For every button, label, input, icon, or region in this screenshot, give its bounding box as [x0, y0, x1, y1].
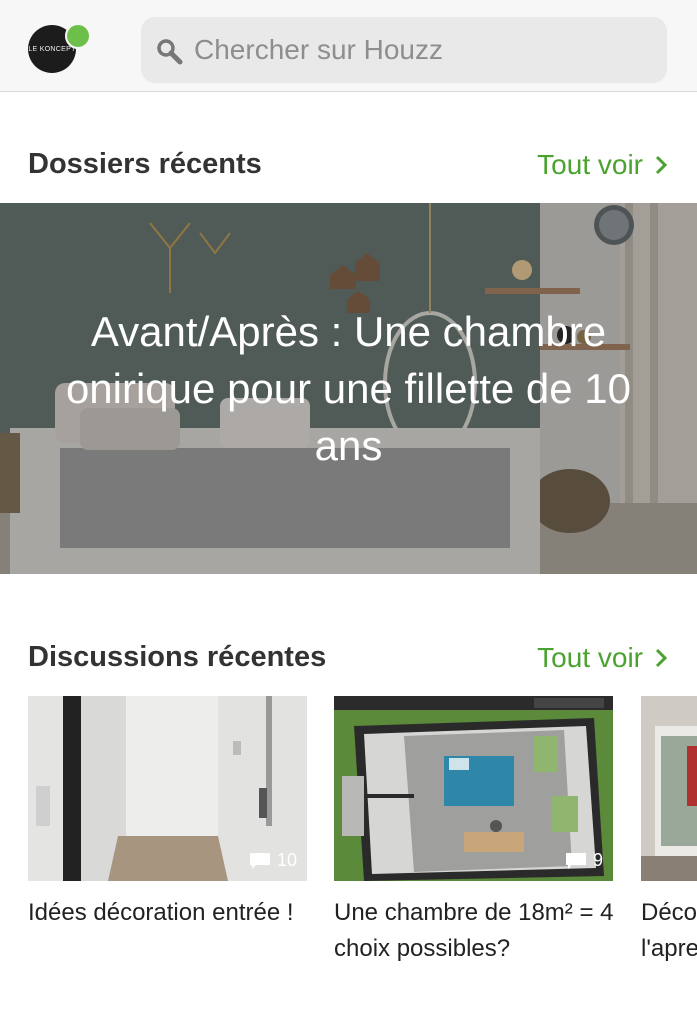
- search-bar[interactable]: [141, 17, 667, 83]
- search-icon: [157, 39, 183, 65]
- comment-icon: [249, 852, 270, 869]
- room-photo: [641, 696, 697, 881]
- top-bar: LE KONCEPT: [0, 0, 697, 92]
- see-all-label: Tout voir: [537, 642, 643, 673]
- comment-count: 9: [565, 850, 603, 871]
- see-all-label: Tout voir: [537, 149, 643, 180]
- discussion-title: Une chambre de 18m² = 4 choix possibles?: [334, 899, 614, 962]
- comment-icon: [565, 852, 586, 869]
- recent-folders-see-all-link[interactable]: Tout voir: [537, 149, 667, 181]
- recent-folders-heading: Dossiers récents: [28, 148, 262, 180]
- discussion-title: Déco l'apre: [641, 899, 697, 962]
- comment-count-value: 10: [276, 850, 297, 870]
- search-input[interactable]: [194, 17, 654, 83]
- featured-folder-title: Avant/Après : Une chambre onirique pour …: [65, 308, 632, 469]
- chevron-right-icon: [655, 155, 667, 175]
- discussion-title: Idées décoration entrée !: [28, 899, 294, 926]
- online-status-dot: [65, 23, 91, 49]
- recent-discussions-see-all-link[interactable]: Tout voir: [537, 642, 667, 674]
- discussion-card[interactable]: Déco l'apre: [641, 696, 697, 986]
- comment-count: 10: [249, 850, 297, 871]
- discussion-thumbnail: 10: [28, 696, 307, 881]
- profile-avatar-text: LE KONCEPT: [28, 45, 76, 53]
- featured-folder-card[interactable]: Avant/Après : Une chambre onirique pour …: [0, 203, 697, 574]
- discussion-thumbnail: 9: [334, 696, 613, 881]
- chevron-right-icon: [655, 648, 667, 668]
- comment-count-value: 9: [592, 850, 603, 870]
- recent-discussions-heading: Discussions récentes: [28, 641, 327, 673]
- discussion-thumbnail: [641, 696, 697, 881]
